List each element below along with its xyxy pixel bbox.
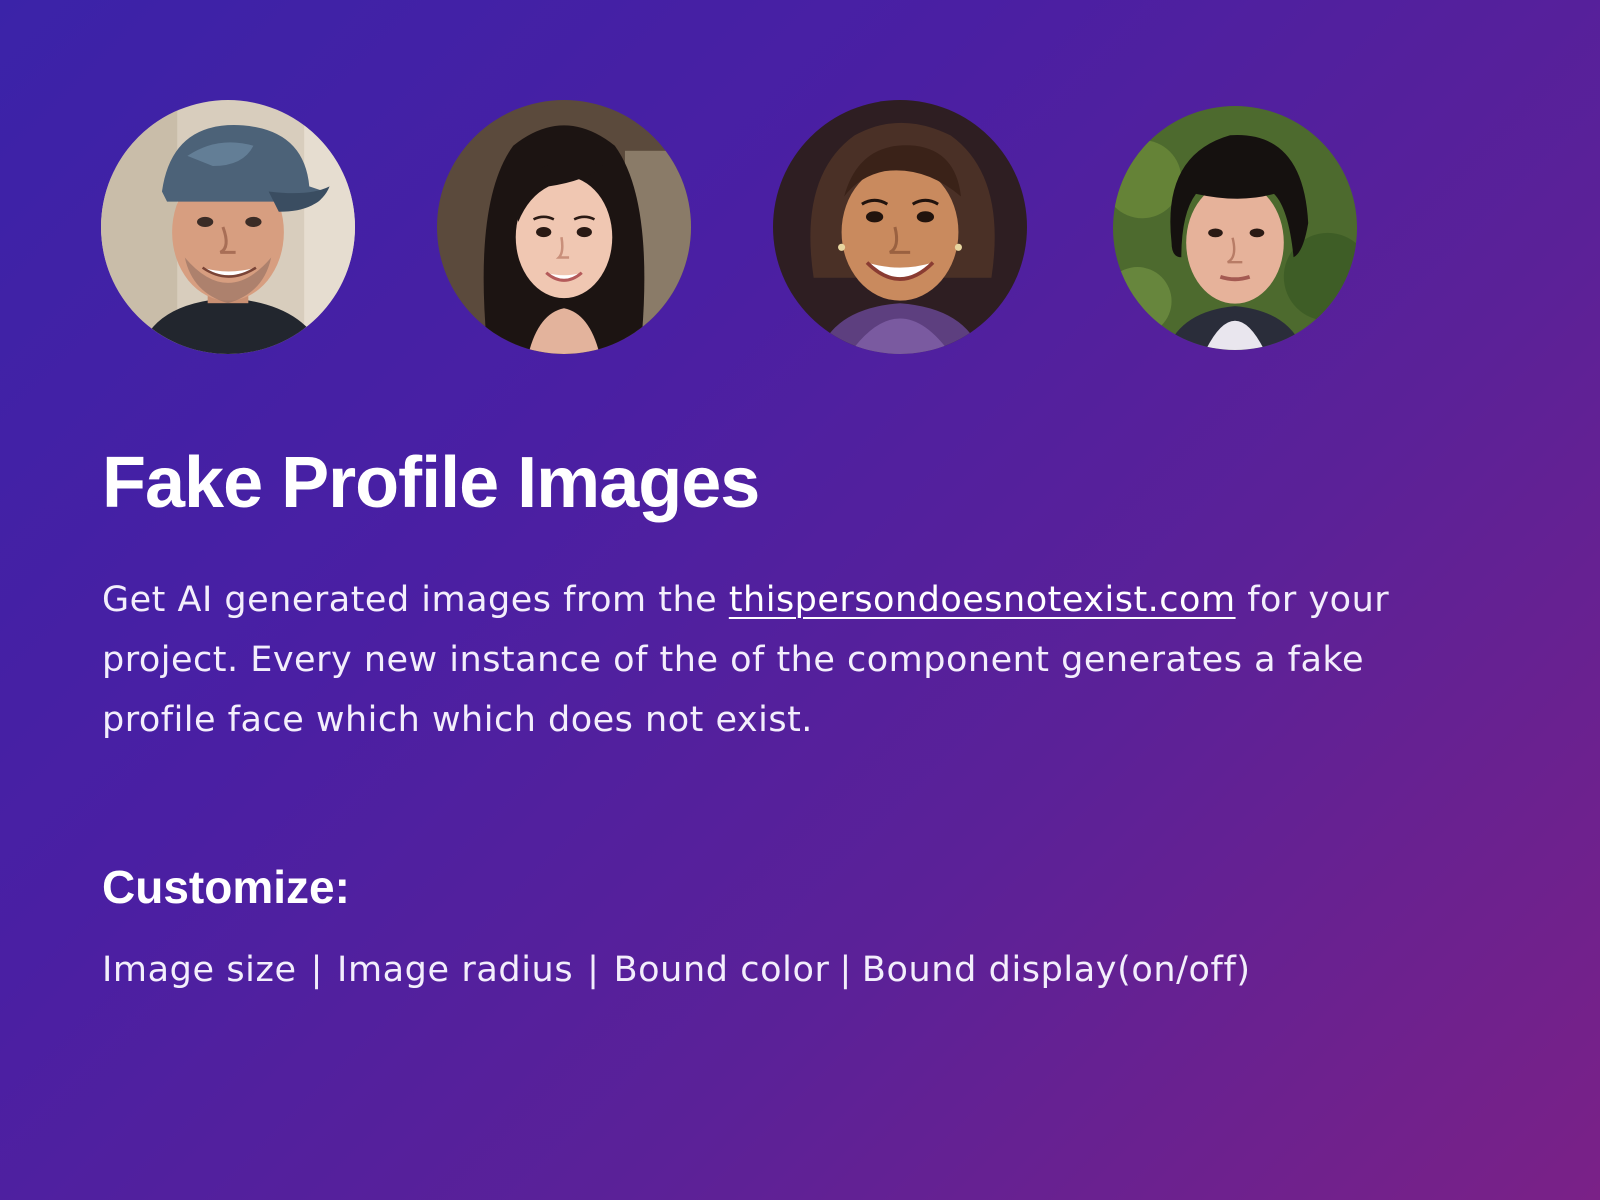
option-separator: | xyxy=(310,950,324,990)
option-bound-display: Bound display(on/off) xyxy=(861,950,1251,990)
face-woman-long-hair-icon xyxy=(437,100,691,354)
option-separator: | xyxy=(587,950,600,990)
option-image-size: Image size xyxy=(102,950,297,990)
avatar-1[interactable] xyxy=(101,100,355,354)
description-text-before: Get AI generated images from the xyxy=(102,580,729,620)
face-girl-smiling-icon xyxy=(773,100,1027,354)
avatar-2[interactable] xyxy=(437,100,691,354)
face-person-bangs-icon xyxy=(1113,106,1357,350)
option-image-radius: Image radius xyxy=(337,950,574,990)
option-bound-color: Bound color xyxy=(613,950,830,990)
page-title: Fake Profile Images xyxy=(102,443,760,523)
face-man-cap-icon xyxy=(101,100,355,354)
description: Get AI generated images from the thisper… xyxy=(102,570,1402,750)
customize-options: Image size | Image radius | Bound color | Boun… xyxy=(102,950,1251,990)
thispersondoesnotexist-link[interactable]: thispersondoesnotexist.com xyxy=(729,580,1236,620)
option-separator: | xyxy=(839,950,852,990)
customize-heading: Customize: xyxy=(102,861,350,913)
avatar-3[interactable] xyxy=(773,100,1027,354)
avatar-4[interactable] xyxy=(1113,106,1357,350)
avatar-row xyxy=(101,100,1361,360)
